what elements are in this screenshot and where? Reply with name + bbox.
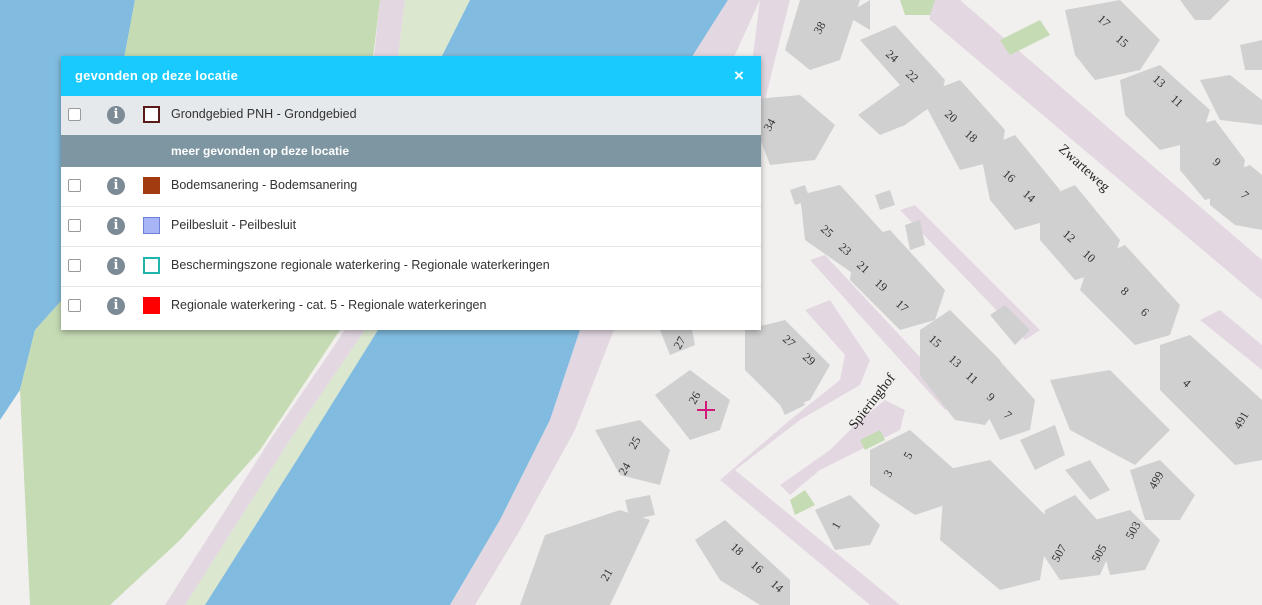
layer-checkbox[interactable] <box>68 108 81 121</box>
layer-label: Beschermingszone regionale waterkering -… <box>171 258 550 272</box>
layer-label: Grondgebied PNH - Grondgebied <box>171 107 357 121</box>
list-item-bodemsanering[interactable]: i Bodemsanering - Bodemsanering <box>61 167 761 207</box>
layer-label: Bodemsanering - Bodemsanering <box>171 178 358 192</box>
info-icon[interactable]: i <box>107 177 125 195</box>
info-icon[interactable]: i <box>107 217 125 235</box>
info-icon[interactable]: i <box>107 297 125 315</box>
layer-checkbox[interactable] <box>68 179 81 192</box>
info-icon[interactable]: i <box>107 106 125 124</box>
more-found-header: meer gevonden op deze locatie <box>61 135 761 167</box>
layer-label: Regionale waterkering - cat. 5 - Regiona… <box>171 298 487 312</box>
layer-label: Peilbesluit - Peilbesluit <box>171 218 297 232</box>
layer-checkbox[interactable] <box>68 219 81 232</box>
legend-swatch <box>143 217 160 234</box>
legend-swatch <box>143 177 160 194</box>
info-icon[interactable]: i <box>107 257 125 275</box>
feature-info-panel: gevonden op deze locatie × i Grondgebied… <box>61 56 761 330</box>
legend-swatch <box>143 297 160 314</box>
list-item-regionale-waterkering[interactable]: i Regionale waterkering - cat. 5 - Regio… <box>61 287 761 326</box>
panel-header: gevonden op deze locatie × <box>61 56 761 96</box>
layer-checkbox[interactable] <box>68 259 81 272</box>
list-item-grondgebied[interactable]: i Grondgebied PNH - Grondgebied <box>61 96 761 135</box>
legend-swatch <box>143 257 160 274</box>
panel-title: gevonden op deze locatie <box>75 68 238 83</box>
more-found-title: meer gevonden op deze locatie <box>171 144 350 158</box>
layer-checkbox[interactable] <box>68 299 81 312</box>
list-item-peilbesluit[interactable]: i Peilbesluit - Peilbesluit <box>61 207 761 247</box>
list-item-beschermingszone[interactable]: i Beschermingszone regionale waterkering… <box>61 247 761 287</box>
legend-swatch <box>143 106 160 123</box>
close-icon[interactable]: × <box>731 66 747 86</box>
